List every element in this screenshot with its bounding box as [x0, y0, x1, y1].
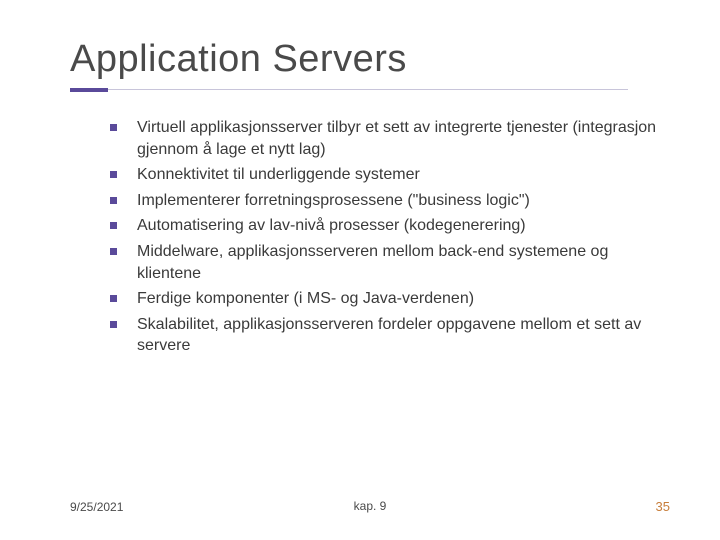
bullet-text: Middelware, applikasjonsserveren mellom … [137, 241, 670, 284]
bullet-text: Skalabilitet, applikasjonsserveren forde… [137, 314, 670, 357]
square-bullet-icon [110, 321, 117, 328]
list-item: Ferdige komponenter (i MS- og Java-verde… [110, 288, 670, 310]
accent-bar [70, 88, 108, 92]
slide: Application Servers Virtuell applikasjon… [0, 0, 720, 540]
square-bullet-icon [110, 222, 117, 229]
list-item: Middelware, applikasjonsserveren mellom … [110, 241, 670, 284]
square-bullet-icon [110, 124, 117, 131]
bullet-text: Virtuell applikasjonsserver tilbyr et se… [137, 117, 670, 160]
footer-page-number: 35 [656, 499, 670, 514]
footer-date: 9/25/2021 [70, 500, 123, 514]
bullet-text: Implementerer forretningsprosessene ("bu… [137, 190, 530, 212]
list-item: Skalabilitet, applikasjonsserveren forde… [110, 314, 670, 357]
square-bullet-icon [110, 248, 117, 255]
list-item: Konnektivitet til underliggende systemer [110, 164, 670, 186]
list-item: Automatisering av lav-nivå prosesser (ko… [110, 215, 670, 237]
bullet-text: Ferdige komponenter (i MS- og Java-verde… [137, 288, 474, 310]
bullet-text: Automatisering av lav-nivå prosesser (ko… [137, 215, 526, 237]
footer-chapter: kap. 9 [354, 499, 387, 513]
bullet-text: Konnektivitet til underliggende systemer [137, 164, 420, 186]
bullet-list: Virtuell applikasjonsserver tilbyr et se… [70, 117, 670, 357]
square-bullet-icon [110, 295, 117, 302]
slide-title: Application Servers [70, 38, 670, 81]
slide-footer: 9/25/2021 kap. 9 35 [70, 499, 670, 514]
list-item: Virtuell applikasjonsserver tilbyr et se… [110, 117, 670, 160]
list-item: Implementerer forretningsprosessene ("bu… [110, 190, 670, 212]
square-bullet-icon [110, 171, 117, 178]
square-bullet-icon [110, 197, 117, 204]
